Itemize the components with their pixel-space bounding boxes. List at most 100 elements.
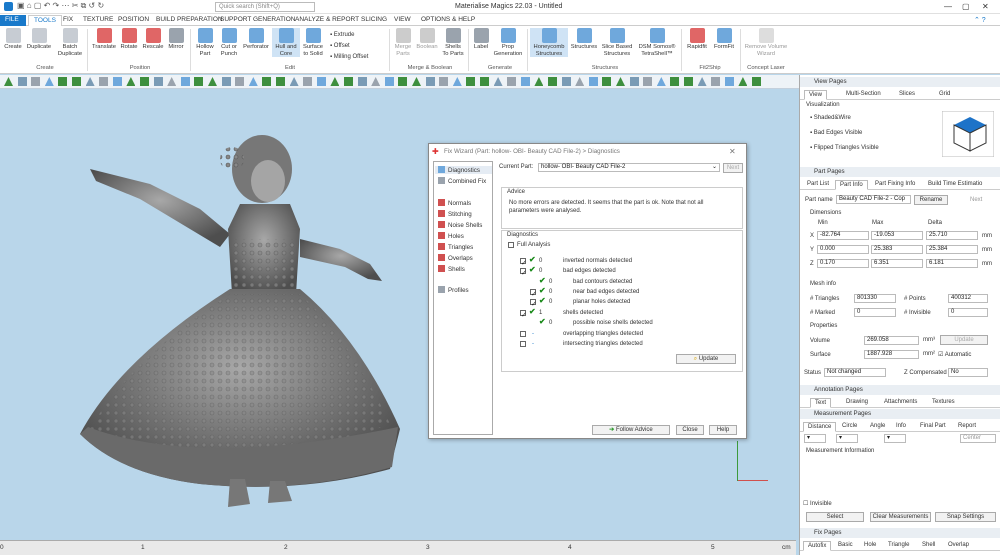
view-tool-icon[interactable]: [194, 77, 204, 86]
tab-text[interactable]: Text: [810, 398, 832, 408]
view-tool-icon[interactable]: [221, 77, 231, 86]
view-tool-icon[interactable]: [480, 77, 489, 86]
z-max-field[interactable]: 6.351: [871, 259, 923, 268]
view-tool-icon[interactable]: [588, 77, 598, 86]
menu-support-generation[interactable]: SUPPORT GENERATION: [215, 15, 301, 26]
measure-snap-select[interactable]: ▾: [884, 434, 906, 443]
view-tool-icon[interactable]: [466, 77, 476, 86]
view-tool-icon[interactable]: [289, 77, 299, 86]
menu-options-help[interactable]: OPTIONS & HELP: [416, 15, 480, 26]
hull-core-button[interactable]: Hull and Core: [272, 28, 300, 57]
view-tool-icon[interactable]: [99, 77, 109, 86]
surface-solid-button[interactable]: Surface to Solid: [300, 28, 326, 57]
view-tool-icon[interactable]: [126, 77, 136, 86]
help-icon[interactable]: ⌃ ?: [974, 16, 986, 24]
view-tool-icon[interactable]: [738, 77, 748, 86]
help-button[interactable]: Help: [709, 425, 737, 435]
view-tool-icon[interactable]: [616, 77, 625, 86]
view-tool-icon[interactable]: [656, 77, 666, 86]
invisible-checkbox[interactable]: ☐ Invisible: [803, 500, 832, 507]
full-analysis-checkbox[interactable]: [508, 242, 514, 248]
measure-mode-select[interactable]: ▾: [836, 434, 858, 443]
y-delta-field[interactable]: 25.384: [926, 245, 978, 254]
view-tool-icon[interactable]: [248, 77, 258, 86]
x-delta-field[interactable]: 25.710: [926, 231, 978, 240]
tab-drawing[interactable]: Drawing: [842, 398, 872, 406]
bad-edges-option[interactable]: ▪ Bad Edges Visible: [810, 130, 862, 136]
view-tool-icon[interactable]: [31, 77, 41, 86]
status-field[interactable]: Not changed: [824, 368, 886, 377]
view-tool-icon[interactable]: [643, 77, 653, 86]
label-button[interactable]: Label: [471, 28, 491, 51]
tab-part-info[interactable]: Part Info: [835, 180, 868, 190]
tab-basic[interactable]: Basic: [834, 541, 857, 549]
menu-analyze-report[interactable]: ANALYZE & REPORT: [290, 15, 364, 26]
menu-tools[interactable]: TOOLS: [28, 15, 62, 26]
side-profiles[interactable]: Profiles: [438, 286, 469, 294]
diag-update-button[interactable]: ⌕ Update: [676, 354, 736, 364]
perforator-button[interactable]: Perforator: [241, 28, 271, 51]
slice-structures-button[interactable]: Slice Based Structures: [600, 28, 634, 57]
quick-search-input[interactable]: Quick search (Shift+Q): [215, 2, 315, 12]
merge-parts-button[interactable]: Merge Parts: [392, 28, 414, 57]
structures-button[interactable]: Structures: [569, 28, 599, 51]
side-overlaps[interactable]: Overlaps: [438, 254, 473, 262]
side-combined-fix[interactable]: Combined Fix: [438, 177, 486, 185]
row-checkbox[interactable]: ✓: [520, 310, 527, 319]
row-checkbox[interactable]: [520, 331, 526, 337]
side-noise-shells[interactable]: Noise Shells: [438, 221, 482, 229]
fix-pages-header[interactable]: Fix Pages: [800, 528, 1000, 538]
view-tool-icon[interactable]: [235, 77, 245, 86]
boolean-button[interactable]: Boolean: [414, 28, 440, 51]
triangles-field[interactable]: 801330: [854, 294, 896, 303]
z-min-field[interactable]: 0.170: [817, 259, 869, 268]
row-checkbox[interactable]: ✓: [530, 289, 537, 298]
x-min-field[interactable]: -82.764: [817, 231, 869, 240]
view-tool-icon[interactable]: [316, 77, 326, 86]
dialog-close-icon[interactable]: ✕: [729, 147, 736, 156]
view-tool-icon[interactable]: [384, 77, 394, 86]
side-diagnostics[interactable]: Diagnostics: [435, 166, 492, 174]
x-max-field[interactable]: -19.053: [871, 231, 923, 240]
view-tool-icon[interactable]: [425, 77, 435, 86]
tab-final-part[interactable]: Final Part: [916, 422, 950, 430]
update-button[interactable]: Update: [940, 335, 988, 345]
view-tool-icon[interactable]: [670, 77, 680, 86]
flipped-triangles-option[interactable]: ▪ Flipped Triangles Visible: [810, 145, 879, 151]
view-pages-header[interactable]: View Pages: [800, 77, 1000, 87]
duplicate-button[interactable]: Duplicate: [25, 28, 53, 51]
tab-shell[interactable]: Shell: [918, 541, 939, 549]
view-tool-icon[interactable]: [520, 77, 530, 86]
view-tool-icon[interactable]: [208, 77, 217, 86]
view-tool-icon[interactable]: [507, 77, 517, 86]
tab-textures[interactable]: Textures: [928, 398, 959, 406]
tab-grid[interactable]: Grid: [935, 90, 954, 98]
honeycomb-button[interactable]: Honeycomb Structures: [530, 28, 568, 57]
extrude-button[interactable]: ▪ Extrude: [330, 30, 368, 41]
view-tool-icon[interactable]: [357, 77, 367, 86]
side-stitching[interactable]: Stitching: [438, 210, 472, 218]
marked-field[interactable]: 0: [854, 308, 896, 317]
y-min-field[interactable]: 0.000: [817, 245, 869, 254]
view-tool-icon[interactable]: [44, 77, 54, 86]
follow-advice-button[interactable]: ➔ Follow Advice: [592, 425, 670, 435]
translate-button[interactable]: Translate: [90, 28, 118, 51]
close-icon[interactable]: ✕: [982, 2, 989, 11]
close-button[interactable]: Close: [676, 425, 704, 435]
surface-field[interactable]: 1887.928: [864, 350, 919, 359]
view-tool-icon[interactable]: [17, 77, 27, 86]
view-tool-icon[interactable]: [629, 77, 639, 86]
remove-volume-button[interactable]: Remove Volume Wizard: [743, 28, 789, 57]
tab-angle[interactable]: Angle: [866, 422, 889, 430]
side-triangles[interactable]: Triangles: [438, 243, 473, 251]
save-icon[interactable]: ▣ ⌂ ▢ ↶ ↷ ⋯ ✂ ⧉ ↺ ↻: [17, 1, 104, 11]
row-checkbox[interactable]: ✓: [520, 268, 527, 277]
part-pages-header[interactable]: Part Pages: [800, 167, 1000, 177]
view-tool-icon[interactable]: [344, 77, 353, 86]
tab-attachments[interactable]: Attachments: [880, 398, 921, 406]
view-tool-icon[interactable]: [4, 77, 13, 86]
automatic-checkbox[interactable]: ☑ Automatic: [938, 351, 971, 358]
points-field[interactable]: 400312: [948, 294, 988, 303]
view-tool-icon[interactable]: [153, 77, 163, 86]
cut-punch-button[interactable]: Cut or Punch: [217, 28, 241, 57]
